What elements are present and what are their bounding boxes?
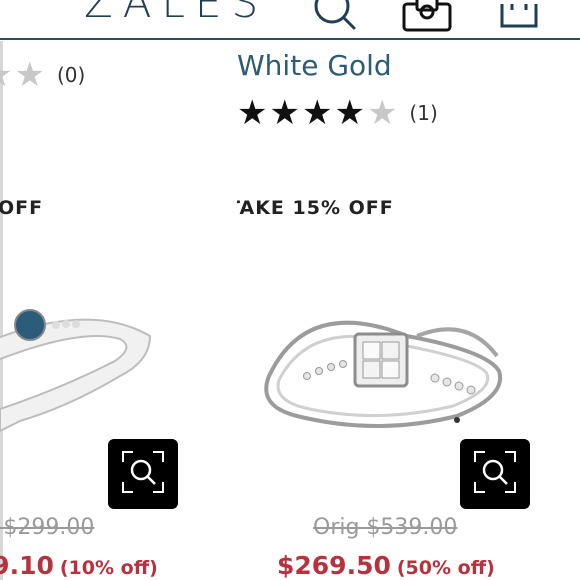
original-price: Orig $299.00 <box>0 515 95 540</box>
product-title[interactable]: White Gold <box>237 49 392 82</box>
price-row: $269.50 (50% off) <box>277 551 495 580</box>
search-icon[interactable] <box>312 0 360 40</box>
product-image[interactable] <box>257 256 537 456</box>
star-icon: ★ <box>366 93 398 133</box>
star-icon: ★ <box>269 93 300 133</box>
app-header: ZALES <box>0 0 580 40</box>
star-icon: ★ <box>334 93 365 133</box>
star-icon: ★ <box>0 58 12 92</box>
zoom-button[interactable] <box>108 439 178 509</box>
product-card[interactable]: White Gold ★ ★ ★ ★ ★ (1) TAKE 15% OFF Or… <box>237 41 580 580</box>
shopping-bag-icon[interactable] <box>498 0 542 40</box>
promo-label: OFF <box>0 197 44 219</box>
product-image[interactable] <box>0 281 170 441</box>
discount-percent: (50% off) <box>396 557 495 579</box>
star-icon: ★ <box>237 93 268 133</box>
rating-stars: ★ ★ ★ ★ ★ (1) <box>237 96 438 130</box>
original-price: Orig $539.00 <box>313 515 458 540</box>
zoom-button[interactable] <box>460 439 530 509</box>
discount-percent: (10% off) <box>59 557 158 579</box>
promo-label: TAKE 15% OFF <box>237 197 394 219</box>
rating-stars: ★ ★ (0) <box>0 58 85 92</box>
sale-price: $269.50 <box>277 551 391 580</box>
zoom-icon <box>473 450 517 498</box>
camera-icon[interactable] <box>400 0 456 40</box>
header-divider <box>0 38 580 40</box>
product-card[interactable]: ★ ★ (0) OFF Orig $299.00 $269.10(10% off… <box>0 41 230 580</box>
brand-logo[interactable]: ZALES <box>84 0 268 27</box>
price-row: $269.10(10% off) <box>0 551 158 580</box>
sale-price: $269.10 <box>0 551 54 580</box>
review-count: (1) <box>409 101 438 125</box>
star-icon: ★ <box>14 55 45 95</box>
star-icon: ★ <box>301 93 333 133</box>
zoom-icon <box>121 450 165 498</box>
review-count: (0) <box>56 63 86 87</box>
